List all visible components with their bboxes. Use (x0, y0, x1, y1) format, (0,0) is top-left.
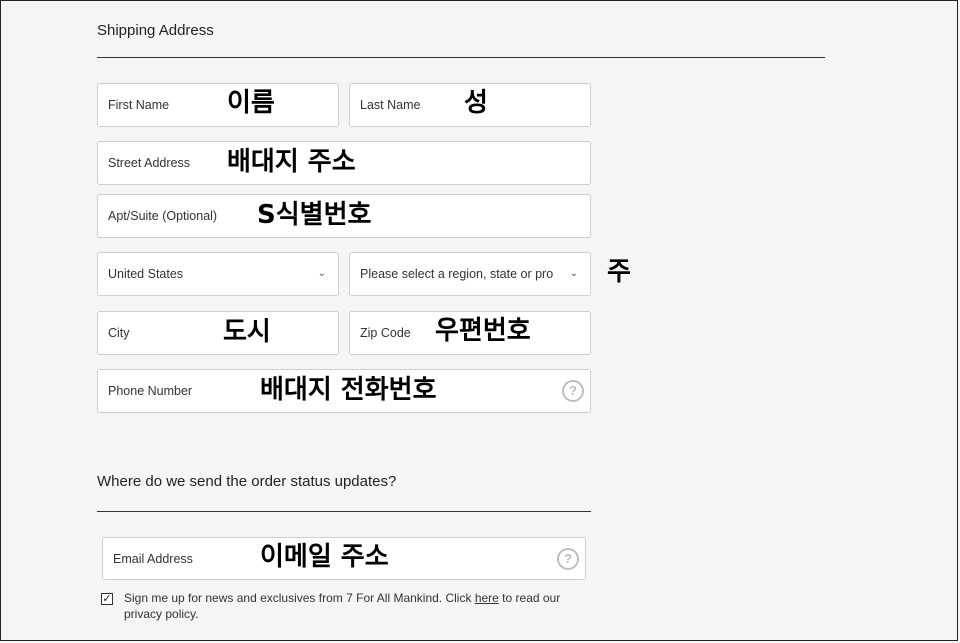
phone-number-label: Phone Number (108, 384, 193, 398)
last-name-annotation: 성 (464, 88, 488, 118)
last-name-label: Last Name (360, 98, 421, 112)
first-name-annotation: 이름 (227, 88, 275, 118)
country-select[interactable]: United States ⌄ (97, 252, 339, 296)
heading-divider (97, 57, 825, 58)
newsletter-consent-text: Sign me up for news and exclusives from … (124, 590, 569, 622)
question-circle-icon[interactable]: ? (562, 380, 584, 402)
first-name-field[interactable]: First Name (97, 83, 339, 127)
region-select[interactable]: Please select a region, state or pro ⌄ (349, 252, 591, 296)
first-name-label: First Name (108, 98, 170, 112)
chevron-down-icon: ⌄ (317, 267, 326, 279)
shipping-heading: Shipping Address (97, 22, 214, 39)
region-annotation: 주 (607, 257, 631, 287)
country-selected-value: United States (108, 267, 184, 281)
updates-divider (97, 511, 591, 512)
chevron-down-icon: ⌄ (569, 267, 578, 279)
region-selected-value: Please select a region, state or pro (360, 267, 554, 281)
zip-code-label: Zip Code (360, 326, 411, 340)
privacy-policy-link[interactable]: here (475, 591, 499, 605)
apt-suite-annotation: S식별번호 (257, 200, 372, 230)
zip-code-annotation: 우편번호 (435, 316, 531, 346)
apt-suite-label: Apt/Suite (Optional) (108, 209, 218, 223)
city-field[interactable]: City (97, 311, 339, 355)
email-address-label: Email Address (113, 551, 193, 566)
checkout-form-screen: Shipping Address First Name 이름 Last Name… (0, 0, 958, 641)
street-address-label: Street Address (108, 156, 190, 170)
question-circle-icon[interactable]: ? (557, 547, 579, 570)
newsletter-checkbox[interactable]: ✓ (101, 593, 113, 605)
city-annotation: 도시 (223, 317, 271, 347)
phone-number-annotation: 배대지 전화번호 (260, 375, 437, 405)
street-address-annotation: 배대지 주소 (227, 147, 356, 177)
consent-text-before: Sign me up for news and exclusives from … (124, 591, 475, 605)
city-label: City (108, 326, 130, 340)
email-address-annotation: 이메일 주소 (260, 542, 389, 572)
updates-heading: Where do we send the order status update… (97, 473, 397, 490)
check-icon: ✓ (102, 593, 112, 605)
